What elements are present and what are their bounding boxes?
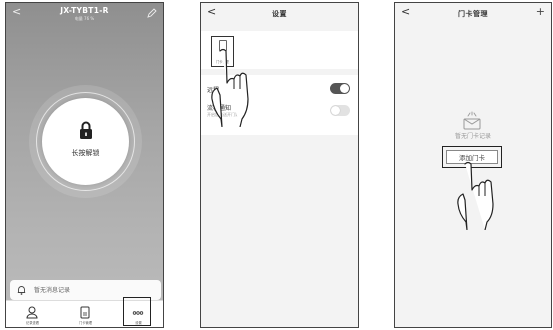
user-icon	[26, 306, 38, 319]
edit-icon[interactable]	[147, 8, 157, 18]
empty-text: 暂无门卡记录	[454, 133, 491, 140]
page-title: 门卡管理	[458, 10, 488, 18]
card-icon	[80, 306, 90, 319]
pointing-hand-icon	[211, 48, 249, 127]
add-card-icon[interactable]: +	[536, 5, 545, 18]
unlock-label: 长按解锁	[71, 149, 100, 157]
unlock-button[interactable]: 长按解锁	[42, 98, 129, 185]
notify-toggle[interactable]	[330, 105, 350, 116]
bell-icon	[17, 286, 26, 295]
tab-cards[interactable]: 门卡管理	[59, 301, 112, 327]
card-management-screen: < 门卡管理 + 暂无门卡记录 添加门卡	[394, 2, 552, 328]
message-text: 暂无消息记录	[34, 287, 71, 294]
lock-screen: < JX-TYBT1-R 电量 76 % 长按解锁 暂无消息记录 记录查看 门卡…	[5, 2, 164, 328]
device-name: JX-TYBT1-R	[60, 6, 109, 15]
remote-toggle[interactable]	[330, 83, 350, 94]
pointing-hand-icon	[457, 161, 494, 230]
settings-header: < 设置	[201, 3, 358, 25]
highlight-box	[123, 297, 151, 326]
tab-records-label: 记录查看	[25, 321, 40, 325]
device-status: 电量 76 %	[74, 16, 95, 21]
settings-screen: < 设置 门卡管理 远程 流程通知 开启后推送开门记录	[200, 2, 359, 328]
page-title: 设置	[272, 10, 287, 18]
tab-cards-label: 门卡管理	[78, 321, 93, 325]
empty-envelope-icon	[463, 111, 481, 130]
tab-records[interactable]: 记录查看	[6, 301, 59, 327]
lock-icon	[80, 121, 92, 139]
